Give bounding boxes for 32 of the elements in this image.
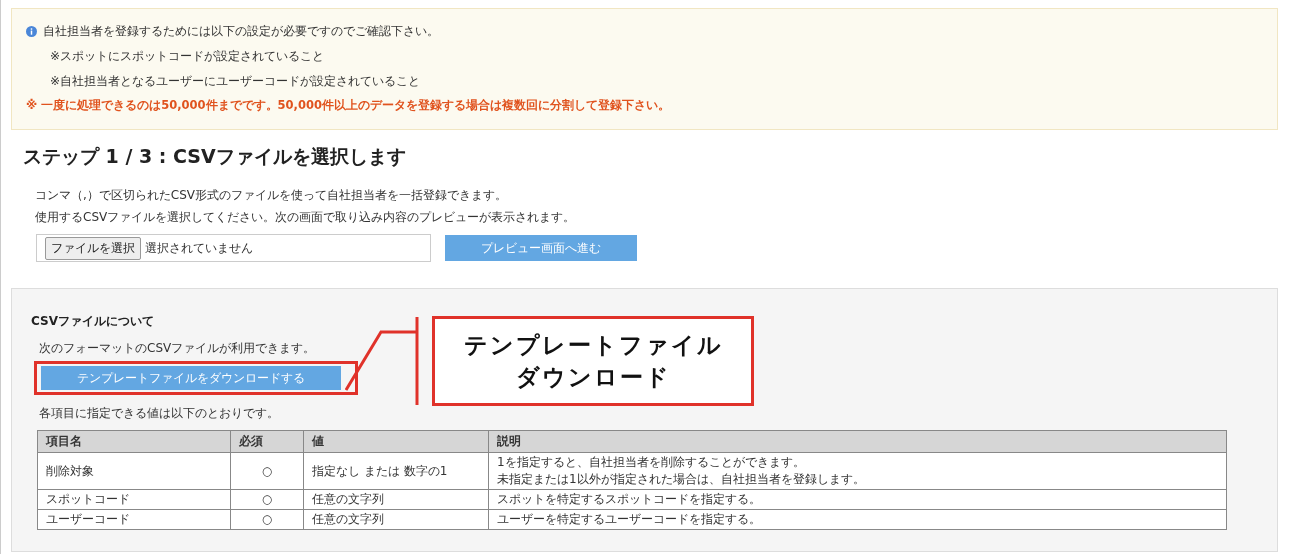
table-cell: ○	[230, 452, 304, 490]
table-cell: スポットコード	[37, 489, 231, 510]
values-note: 各項目に指定できる値は以下のとおりです。	[39, 405, 279, 422]
info-icon	[26, 26, 37, 37]
notice-text: 自社担当者を登録するためには以下の設定が必要ですのでご確認下さい。	[43, 23, 439, 40]
requirement-text: ※自社担当者となるユーザーにユーザーコードが設定されていること	[49, 73, 422, 90]
table-cell: ユーザーを特定するユーザーコードを指定する。	[488, 509, 1227, 530]
description-text: コンマ（,）で区切られたCSV形式のファイルを使って自社担当者を一括登録できます。	[35, 187, 509, 204]
description-text: 使用するCSVファイルを選択してください。次の画面で取り込み内容のプレビューが表示されます。	[35, 209, 577, 226]
file-status: 選択されていません	[145, 239, 253, 257]
column-header: 必須	[230, 430, 304, 453]
section-title: CSVファイルについて	[31, 313, 155, 330]
warning-text: ※ 一度に処理できるのは50,000件までです。50,000件以上のデータを登録する場合は複数回に分割して登録下さい。	[26, 98, 671, 113]
column-header: 説明	[488, 430, 1227, 453]
table-cell: 指定なし または 数字の1	[303, 452, 489, 490]
requirement-text: ※スポットにスポットコードが設定されていること	[49, 48, 326, 65]
choose-file-button[interactable]: ファイルを選択	[45, 236, 141, 260]
table-cell: ○	[230, 489, 304, 510]
column-header: 値	[303, 430, 489, 453]
file-input[interactable]: ファイルを選択 選択されていません	[36, 234, 431, 262]
format-note: 次のフォーマットのCSVファイルが利用できます。	[39, 340, 316, 357]
callout-text: テンプレートファイル	[463, 331, 723, 360]
table-cell: 任意の文字列	[303, 509, 489, 530]
table-cell: スポットを特定するスポットコードを指定する。	[488, 489, 1227, 510]
table-cell: 任意の文字列	[303, 489, 489, 510]
table-cell: ○	[230, 509, 304, 530]
table-cell: 1を指定すると、自社担当者を削除することができます。 未指定または1以外が指定された場合は、自社担当者を登録します。	[488, 452, 1227, 490]
step-title: ステップ 1 / 3 : CSVファイルを選択します	[23, 144, 407, 169]
callout-text: ダウンロード	[515, 363, 671, 392]
column-header: 項目名	[37, 430, 231, 453]
table-cell: 削除対象	[37, 452, 231, 490]
table-cell: ユーザーコード	[37, 509, 231, 530]
